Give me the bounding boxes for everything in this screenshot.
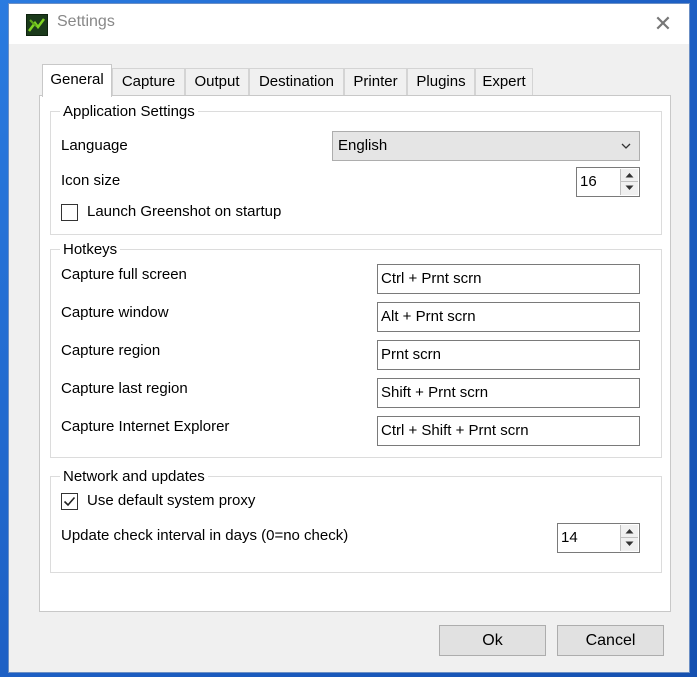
tab-destination[interactable]: Destination <box>249 68 344 96</box>
hotkey-last-region-field[interactable]: Shift + Prnt scrn <box>377 378 640 408</box>
update-interval-spin-buttons <box>620 525 638 551</box>
hotkey-full-screen-label: Capture full screen <box>61 266 187 283</box>
checkmark-icon <box>63 496 76 507</box>
hotkey-ie-label: Capture Internet Explorer <box>61 418 230 435</box>
general-tab-panel: Application Settings Language English Ic… <box>39 95 671 612</box>
tab-printer[interactable]: Printer <box>344 68 407 96</box>
update-interval-spinner[interactable]: 14 <box>557 523 640 553</box>
tab-capture[interactable]: Capture <box>112 68 185 96</box>
spin-up-icon[interactable] <box>621 169 638 182</box>
spin-up-icon[interactable] <box>621 525 638 538</box>
network-updates-group: Network and updates <box>50 468 662 573</box>
close-icon[interactable]: ✕ <box>649 10 677 38</box>
application-settings-legend: Application Settings <box>63 103 195 120</box>
icon-size-label: Icon size <box>61 172 121 189</box>
tab-plugins[interactable]: Plugins <box>407 68 475 96</box>
hotkey-window-label: Capture window <box>61 304 169 321</box>
icon-size-spinner[interactable]: 16 <box>576 167 640 197</box>
hotkey-ie-field[interactable]: Ctrl + Shift + Prnt scrn <box>377 416 640 446</box>
update-interval-label: Update check interval in days (0=no chec… <box>61 527 349 544</box>
update-interval-value: 14 <box>561 529 578 546</box>
title-bar: Settings ✕ <box>9 4 689 44</box>
spin-down-icon[interactable] <box>621 538 638 551</box>
language-label: Language <box>61 137 128 154</box>
language-dropdown[interactable]: English <box>332 131 640 161</box>
ok-button[interactable]: Ok <box>439 625 546 656</box>
launch-on-startup-checkbox[interactable] <box>61 204 78 221</box>
hotkey-region-label: Capture region <box>61 342 161 359</box>
hotkey-window-field[interactable]: Alt + Prnt scrn <box>377 302 640 332</box>
hotkeys-legend: Hotkeys <box>63 241 118 258</box>
cancel-button[interactable]: Cancel <box>557 625 664 656</box>
tab-general[interactable]: General <box>42 64 112 97</box>
network-updates-legend: Network and updates <box>63 468 205 485</box>
greenshot-app-icon <box>26 14 48 36</box>
use-system-proxy-checkbox[interactable] <box>61 493 78 510</box>
icon-size-value: 16 <box>580 173 597 190</box>
tab-output[interactable]: Output <box>185 68 249 96</box>
icon-size-spin-buttons <box>620 169 638 195</box>
hotkey-last-region-label: Capture last region <box>61 380 188 397</box>
hotkey-full-screen-field[interactable]: Ctrl + Prnt scrn <box>377 264 640 294</box>
language-selected-value: English <box>338 137 388 154</box>
settings-dialog: Settings ✕ General Capture Output Destin… <box>8 3 690 673</box>
tab-expert[interactable]: Expert <box>475 68 533 96</box>
chevron-down-icon <box>621 143 631 149</box>
launch-on-startup-label: Launch Greenshot on startup <box>87 203 282 220</box>
hotkey-region-field[interactable]: Prnt scrn <box>377 340 640 370</box>
window-title: Settings <box>57 13 115 30</box>
desktop-background: Settings ✕ General Capture Output Destin… <box>0 0 697 677</box>
use-system-proxy-label: Use default system proxy <box>87 492 256 509</box>
spin-down-icon[interactable] <box>621 182 638 195</box>
